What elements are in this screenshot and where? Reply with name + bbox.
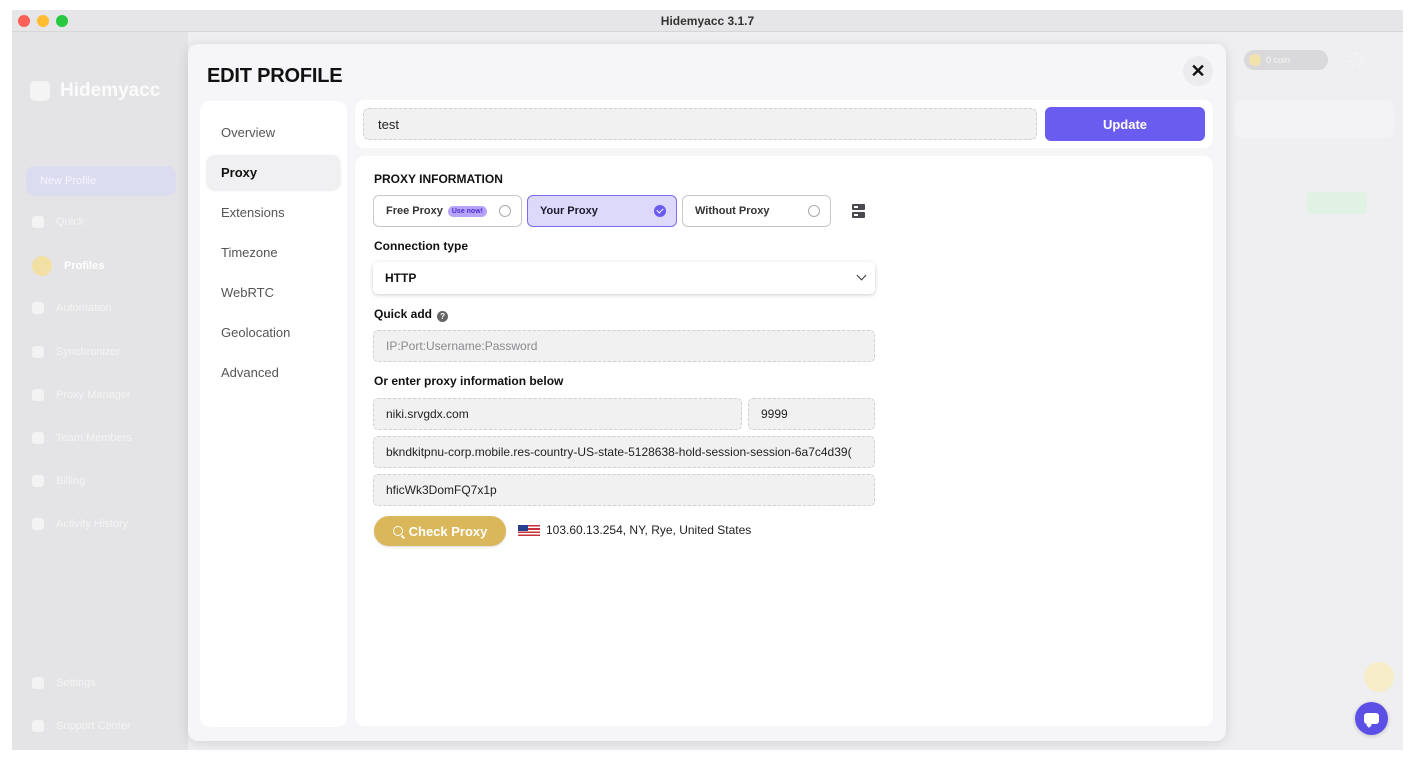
proxy-username-input[interactable] bbox=[373, 436, 875, 468]
use-now-badge: Use now! bbox=[447, 205, 487, 217]
grid-icon bbox=[32, 389, 44, 401]
help-icon[interactable] bbox=[1364, 662, 1394, 692]
close-modal-button[interactable]: ✕ bbox=[1183, 56, 1213, 86]
new-profile-button[interactable]: New Profile bbox=[26, 166, 176, 196]
sidebar-item-support-center[interactable]: Support Center bbox=[32, 720, 131, 732]
tab-geolocation[interactable]: Geolocation bbox=[207, 315, 340, 349]
sidebar-item-automation[interactable]: Automation bbox=[32, 302, 112, 314]
run-button[interactable] bbox=[1307, 192, 1367, 214]
tab-proxy[interactable]: Proxy bbox=[207, 155, 340, 189]
history-icon bbox=[32, 518, 44, 530]
sidebar-item-activity-history[interactable]: Activity History bbox=[32, 518, 128, 530]
background-content: 0 coin bbox=[1232, 32, 1403, 750]
proxy-host-input[interactable] bbox=[373, 398, 742, 430]
sidebar-item-synchronizer[interactable]: Synchronizer bbox=[32, 346, 120, 358]
connection-type-label: Connection type bbox=[374, 239, 469, 253]
chevron-down-icon bbox=[856, 270, 867, 281]
bolt-icon bbox=[32, 216, 44, 228]
or-enter-label: Or enter proxy information below bbox=[374, 374, 564, 388]
radio-unchecked-icon bbox=[499, 205, 511, 217]
us-flag-icon bbox=[518, 524, 540, 536]
logo-text: Hidemyacc bbox=[60, 80, 161, 101]
question-icon[interactable]: ? bbox=[437, 311, 449, 322]
background-search[interactable] bbox=[1234, 100, 1394, 138]
quick-add-input[interactable] bbox=[373, 330, 875, 362]
sidebar-item-billing[interactable]: Billing bbox=[32, 475, 85, 487]
check-proxy-button[interactable]: Check Proxy bbox=[374, 516, 506, 546]
radio-unchecked-icon bbox=[808, 205, 820, 217]
sync-icon bbox=[32, 346, 44, 358]
team-icon bbox=[32, 432, 44, 444]
tab-advanced[interactable]: Advanced bbox=[207, 355, 340, 389]
modal-title: EDIT PROFILE bbox=[207, 65, 343, 87]
profiles-icon bbox=[32, 256, 52, 276]
billing-icon bbox=[32, 475, 44, 487]
proxy-password-input[interactable] bbox=[373, 474, 875, 506]
support-icon bbox=[32, 720, 44, 732]
update-button[interactable]: Update bbox=[1045, 107, 1205, 141]
proxy-check-result: 103.60.13.254, NY, Rye, United States bbox=[518, 523, 751, 537]
logo-icon bbox=[30, 81, 50, 101]
tab-webrtc[interactable]: WebRTC bbox=[207, 275, 340, 309]
proxy-section-title: PROXY INFORMATION bbox=[374, 172, 503, 186]
sidebar-item-quick[interactable]: Quick bbox=[32, 216, 84, 228]
settings-icon bbox=[32, 677, 44, 689]
your-proxy-option[interactable]: Your Proxy bbox=[527, 195, 677, 227]
tab-extensions[interactable]: Extensions bbox=[207, 195, 340, 229]
sidebar-item-team-members[interactable]: Team Members bbox=[32, 432, 132, 444]
profile-tabs: Overview Proxy Extensions Timezone WebRT… bbox=[200, 101, 347, 727]
title-bar: Hidemyacc 3.1.7 bbox=[12, 10, 1403, 32]
proxy-panel: PROXY INFORMATION Free Proxy Use now! Yo… bbox=[355, 156, 1213, 726]
chat-support-button[interactable] bbox=[1355, 702, 1388, 735]
edit-profile-modal: EDIT PROFILE ✕ Overview Proxy Extensions… bbox=[188, 44, 1226, 741]
connection-type-select[interactable]: HTTP bbox=[373, 262, 875, 294]
window-title: Hidemyacc 3.1.7 bbox=[660, 14, 755, 28]
proxy-port-input[interactable] bbox=[748, 398, 875, 430]
sidebar-item-profiles[interactable]: Profiles bbox=[32, 256, 104, 276]
sidebar-item-proxy-manager[interactable]: Proxy Manager bbox=[32, 389, 131, 401]
search-icon bbox=[392, 526, 403, 536]
app-logo: Hidemyacc bbox=[30, 80, 160, 102]
profile-name-bar: Update bbox=[355, 100, 1213, 148]
credit-balance[interactable]: 0 coin bbox=[1244, 50, 1328, 70]
tab-overview[interactable]: Overview bbox=[207, 115, 340, 149]
profile-name-input[interactable] bbox=[363, 108, 1037, 140]
robot-icon bbox=[32, 302, 44, 314]
chat-icon bbox=[1364, 713, 1379, 724]
close-icon: ✕ bbox=[1190, 60, 1206, 81]
gear-icon[interactable] bbox=[1348, 52, 1364, 68]
quick-add-label: Quick add? bbox=[374, 307, 449, 322]
radio-checked-icon bbox=[654, 205, 666, 217]
without-proxy-option[interactable]: Without Proxy bbox=[682, 195, 831, 227]
free-proxy-option[interactable]: Free Proxy Use now! bbox=[373, 195, 522, 227]
app-sidebar: Hidemyacc New Profile Quick Profiles Aut… bbox=[12, 32, 188, 750]
tab-timezone[interactable]: Timezone bbox=[207, 235, 340, 269]
sidebar-item-settings[interactable]: Settings bbox=[32, 677, 96, 689]
server-icon[interactable] bbox=[852, 204, 865, 218]
